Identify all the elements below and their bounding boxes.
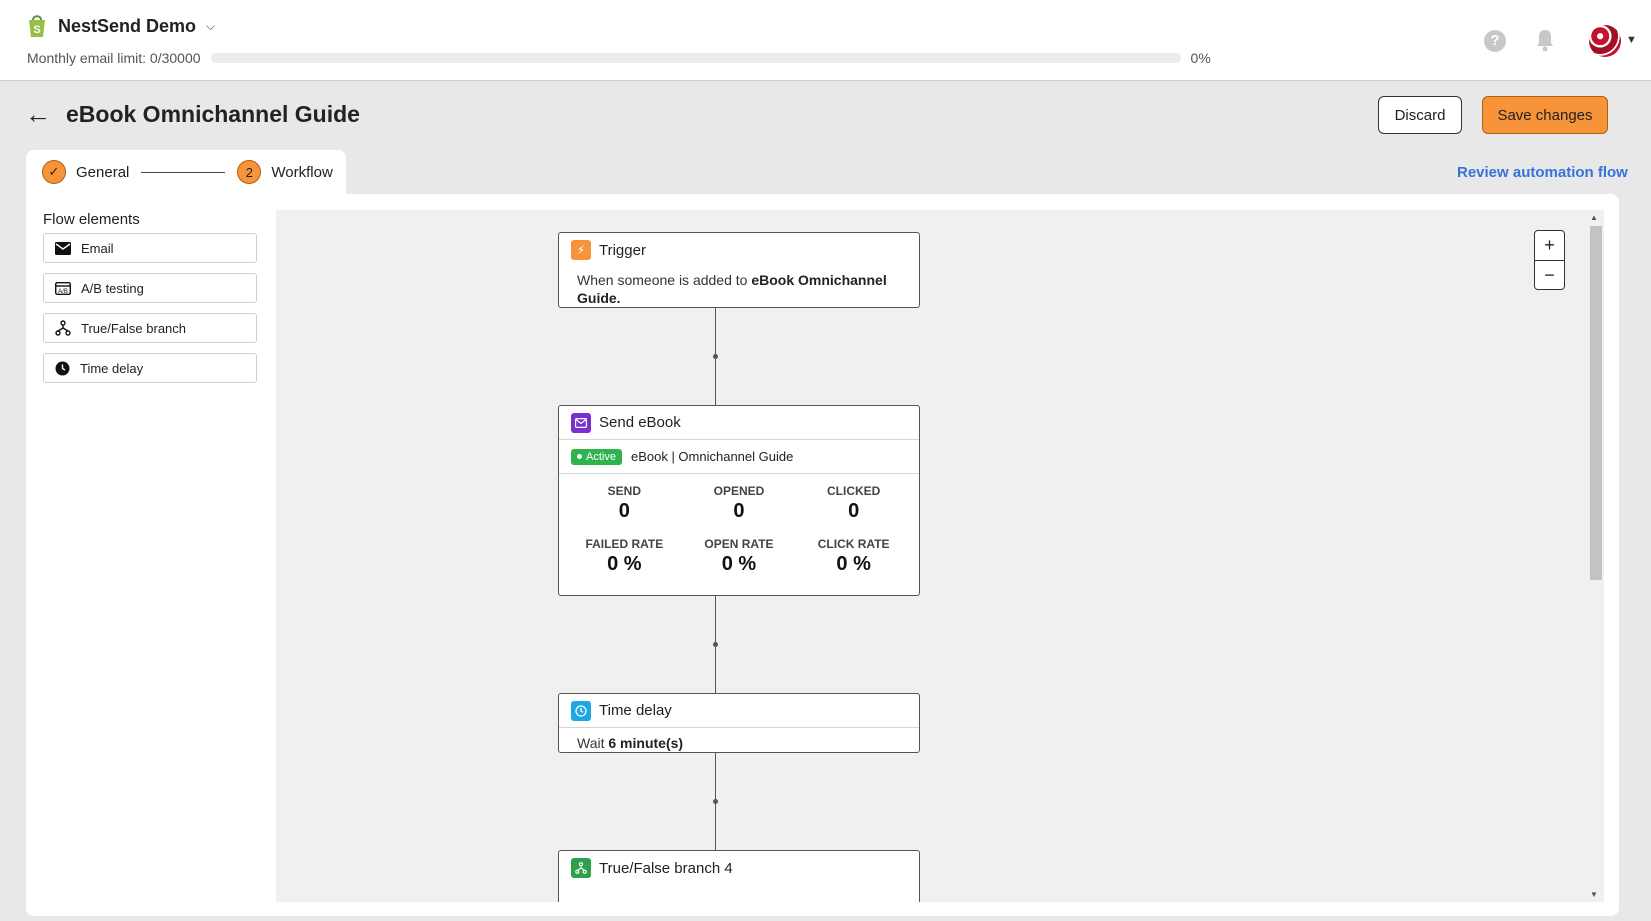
connector-dot[interactable] bbox=[713, 799, 718, 804]
envelope-icon bbox=[571, 412, 591, 433]
scroll-down-icon[interactable]: ▼ bbox=[1590, 890, 1598, 899]
stat-value: 0 bbox=[733, 500, 745, 522]
status-badge: Active bbox=[571, 448, 622, 465]
flow-element-email[interactable]: Email bbox=[43, 233, 257, 263]
discard-button[interactable]: Discard bbox=[1378, 96, 1462, 134]
bell-icon[interactable] bbox=[1535, 28, 1555, 52]
flow-element-label: A/B testing bbox=[81, 280, 144, 296]
stat-send: SEND 0 bbox=[567, 484, 682, 523]
envelope-icon bbox=[55, 241, 71, 255]
time-delay-description: Wait 6 minute(s) bbox=[559, 728, 919, 758]
flow-element-label: Time delay bbox=[80, 360, 144, 376]
flow-element-label: True/False branch bbox=[81, 320, 187, 336]
workflow-canvas[interactable]: ⚡ Trigger When someone is added to eBook… bbox=[276, 210, 1604, 902]
branch-icon bbox=[55, 320, 71, 336]
store-switcher[interactable]: S NestSend Demo ⌵ bbox=[26, 14, 215, 38]
save-changes-button[interactable]: Save changes bbox=[1482, 96, 1608, 134]
connector-dot[interactable] bbox=[713, 354, 718, 359]
zoom-out-button[interactable]: − bbox=[1535, 260, 1564, 289]
email-node-header: Send eBook bbox=[559, 406, 919, 440]
trigger-text: When someone is added to bbox=[577, 272, 752, 288]
stat-label: CLICKED bbox=[826, 484, 881, 498]
chevron-down-icon: ⌵ bbox=[206, 18, 216, 33]
stat-clicked: CLICKED 0 bbox=[796, 484, 911, 523]
shopify-bag-icon: S bbox=[29, 15, 45, 37]
stat-value: 0 % bbox=[721, 553, 757, 575]
svg-text:A/B: A/B bbox=[58, 289, 68, 295]
top-bar: S NestSend Demo ⌵ Monthly email limit: 0… bbox=[0, 0, 1651, 81]
email-limit-bar bbox=[210, 53, 1181, 63]
branch-icon bbox=[571, 858, 591, 878]
email-node-title: Send eBook bbox=[599, 414, 681, 431]
clock-icon bbox=[571, 700, 591, 721]
branch-node-header: True/False branch 4 bbox=[559, 851, 919, 885]
email-node-subject-row: Active eBook | Omnichannel Guide bbox=[559, 440, 919, 474]
page-title: eBook Omnichannel Guide bbox=[66, 101, 360, 127]
check-icon: ✓ bbox=[42, 160, 66, 184]
email-node[interactable]: Send eBook Active eBook | Omnichannel Gu… bbox=[558, 405, 920, 596]
tab-workflow-label: Workflow bbox=[271, 163, 333, 181]
tab-general[interactable]: ✓ General bbox=[42, 160, 129, 184]
status-badge-label: Active bbox=[586, 450, 616, 463]
branch-node-title: True/False branch 4 bbox=[599, 859, 733, 877]
store-name: NestSend Demo bbox=[58, 15, 197, 36]
stat-label: FAILED RATE bbox=[585, 537, 664, 551]
tab-workflow[interactable]: 2 Workflow bbox=[237, 160, 333, 184]
email-subject: eBook | Omnichannel Guide bbox=[630, 449, 794, 464]
lightning-icon: ⚡ bbox=[571, 240, 591, 260]
time-delay-node-title: Time delay bbox=[599, 702, 672, 719]
avatar[interactable] bbox=[1589, 25, 1621, 57]
stat-value: 0 % bbox=[836, 553, 871, 575]
stat-failed-rate: FAILED RATE 0 % bbox=[567, 537, 682, 576]
stat-value: 0 bbox=[848, 500, 860, 522]
help-icon[interactable]: ? bbox=[1484, 30, 1506, 52]
review-automation-flow-link[interactable]: Review automation flow bbox=[1457, 164, 1628, 181]
trigger-node-description: When someone is added to eBook Omnichann… bbox=[559, 267, 919, 313]
stat-open-rate: OPEN RATE 0 % bbox=[682, 537, 797, 576]
connector-dot[interactable] bbox=[713, 642, 718, 647]
time-delay-node-header: Time delay bbox=[559, 694, 919, 728]
canvas-scrollbar[interactable]: ▲ ▼ bbox=[1586, 210, 1604, 902]
step-number: 2 bbox=[237, 160, 262, 184]
stat-opened: OPENED 0 bbox=[682, 484, 797, 523]
stat-click-rate: CLICK RATE 0 % bbox=[796, 537, 911, 576]
flow-element-true-false-branch[interactable]: True/False branch bbox=[43, 313, 257, 343]
flow-element-time-delay[interactable]: Time delay bbox=[43, 353, 257, 383]
clock-icon bbox=[55, 361, 70, 375]
email-limit: Monthly email limit: 0/30000 0% bbox=[27, 50, 1227, 66]
back-arrow-icon[interactable]: ← bbox=[25, 100, 51, 128]
stat-label: OPEN RATE bbox=[704, 537, 774, 551]
trigger-node-title: Trigger bbox=[599, 241, 646, 259]
time-delay-node[interactable]: Time delay Wait 6 minute(s) bbox=[558, 693, 920, 753]
svg-text:S: S bbox=[33, 24, 40, 36]
stat-label: SEND bbox=[607, 484, 641, 498]
email-stats: SEND 0 OPENED 0 CLICKED 0 FAILED RATE 0 % OP… bbox=[559, 474, 919, 582]
stat-value: 0 % bbox=[607, 553, 642, 575]
scroll-thumb[interactable] bbox=[1590, 226, 1602, 580]
step-tabs: ✓ General 2 Workflow bbox=[26, 150, 346, 194]
caret-down-icon[interactable]: ▼ bbox=[1626, 34, 1637, 46]
step-connector bbox=[141, 171, 226, 173]
flow-element-ab-testing[interactable]: A/B A/B testing bbox=[43, 273, 257, 303]
ab-testing-icon: A/B bbox=[55, 281, 71, 295]
tab-general-label: General bbox=[76, 163, 130, 181]
delay-duration: 6 minute(s) bbox=[608, 735, 684, 751]
stat-value: 0 bbox=[618, 500, 630, 522]
true-false-branch-node[interactable]: True/False branch 4 bbox=[558, 850, 920, 902]
flow-elements-title: Flow elements bbox=[43, 211, 140, 228]
flow-element-label: Email bbox=[81, 240, 114, 256]
trigger-node-header: ⚡ Trigger bbox=[559, 233, 919, 267]
trigger-node[interactable]: ⚡ Trigger When someone is added to eBook… bbox=[558, 232, 920, 308]
zoom-in-button[interactable]: + bbox=[1535, 231, 1564, 260]
email-limit-label: Monthly email limit: 0/30000 bbox=[27, 50, 201, 66]
stat-label: OPENED bbox=[713, 484, 765, 498]
stat-label: CLICK RATE bbox=[817, 537, 890, 551]
email-limit-percent: 0% bbox=[1190, 50, 1211, 66]
workflow-panel: Flow elements Email A/B A/B testing True… bbox=[26, 194, 1619, 916]
scroll-up-icon[interactable]: ▲ bbox=[1590, 213, 1598, 222]
zoom-controls: + − bbox=[1534, 230, 1565, 290]
delay-text: Wait bbox=[577, 735, 609, 751]
